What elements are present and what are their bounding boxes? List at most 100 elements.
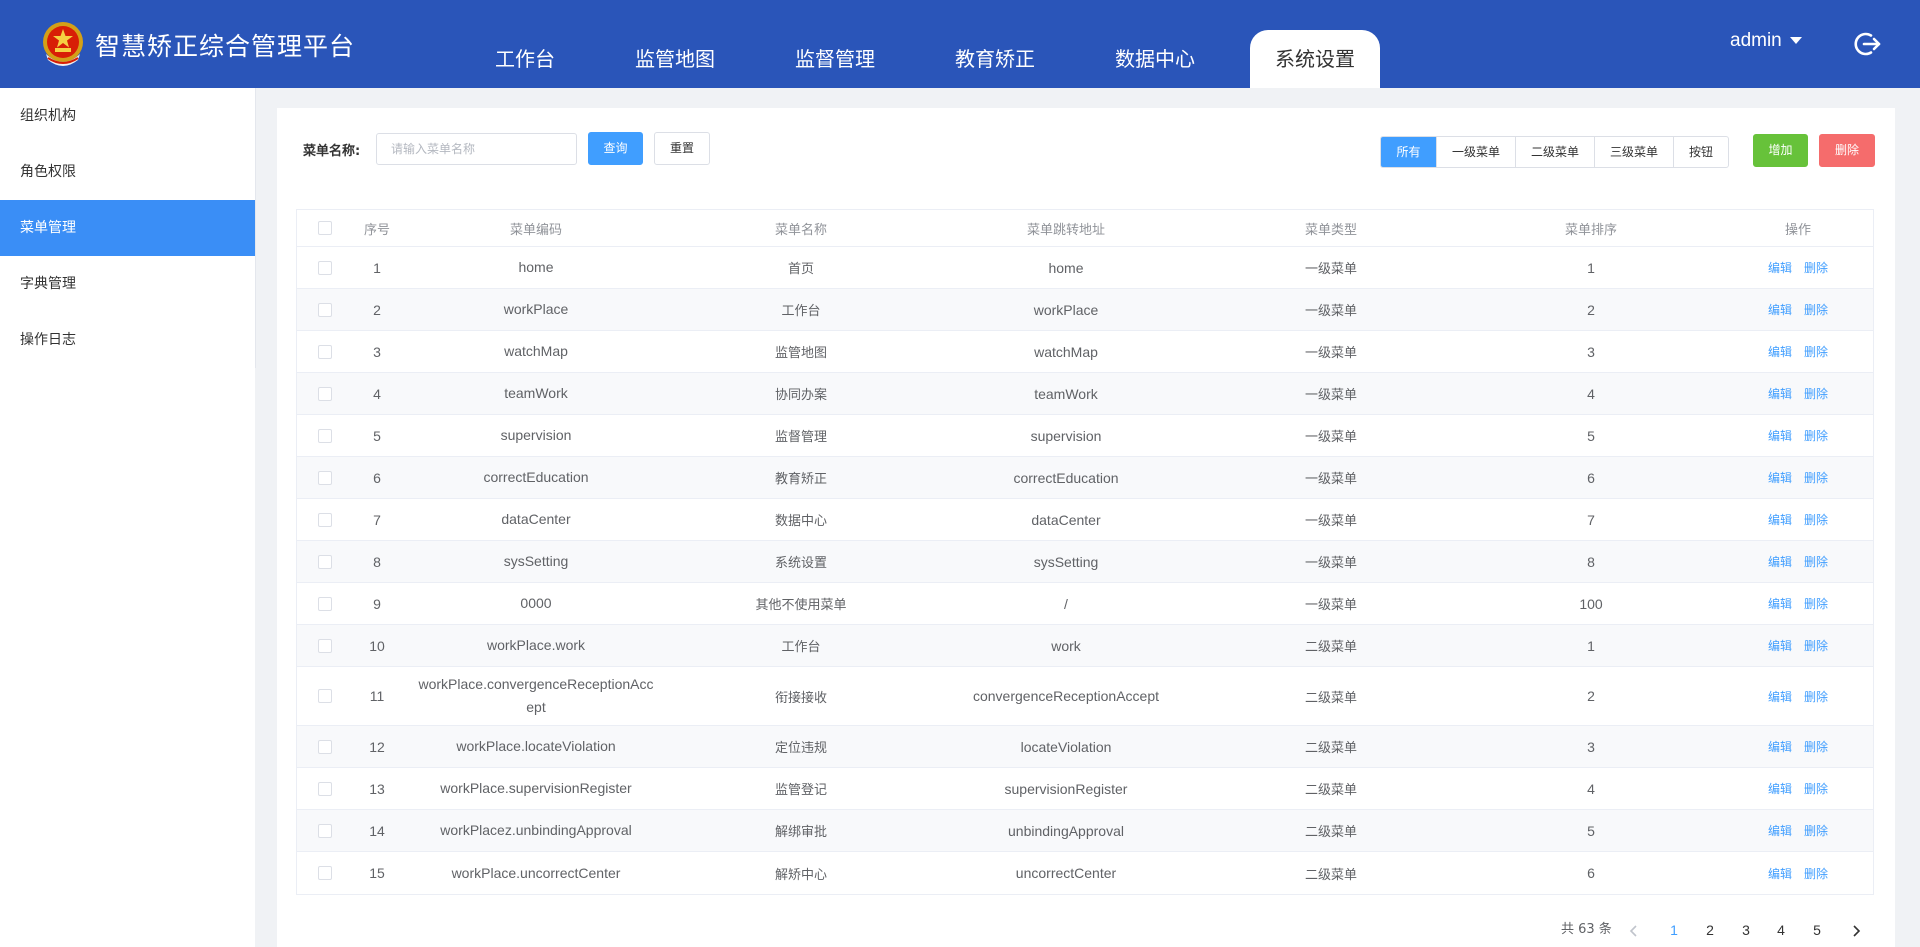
edit-link[interactable]: 编辑 <box>1768 595 1792 612</box>
edit-link[interactable]: 编辑 <box>1768 822 1792 839</box>
row-checkbox[interactable] <box>318 344 332 359</box>
row-checkbox[interactable] <box>318 260 332 275</box>
cell-index: 6 <box>373 469 381 486</box>
nav-item-data-center[interactable]: 数据中心 <box>1100 30 1210 88</box>
row-checkbox[interactable] <box>318 823 332 838</box>
add-button[interactable]: 增加 <box>1753 134 1808 167</box>
delete-link[interactable]: 删除 <box>1804 469 1828 486</box>
nav-item-system-settings[interactable]: 系统设置 <box>1250 30 1380 88</box>
page-3[interactable]: 3 <box>1736 918 1756 942</box>
cell-menu-order: 6 <box>1587 469 1595 486</box>
cell-index: 4 <box>373 385 381 402</box>
cell-actions: 编辑 删除 <box>1721 625 1875 666</box>
edit-link[interactable]: 编辑 <box>1768 343 1792 360</box>
query-button[interactable]: 查询 <box>588 132 643 165</box>
table-body: 1 home 首页 home 一级菜单 1 编辑 删除 2 workPlace 工作台 workPla… <box>297 247 1873 894</box>
row-checkbox[interactable] <box>318 596 332 611</box>
batch-delete-button[interactable]: 删除 <box>1819 134 1875 167</box>
sidebar-item-operation-log[interactable]: 操作日志 <box>0 312 255 368</box>
logout-icon[interactable] <box>1852 29 1882 59</box>
cell-index: 8 <box>373 553 381 570</box>
cell-menu-url: uncorrectCenter <box>1015 865 1117 881</box>
cell-menu-type: 二级菜单 <box>1304 741 1357 756</box>
row-checkbox[interactable] <box>318 512 332 527</box>
edit-link[interactable]: 编辑 <box>1768 637 1792 654</box>
delete-link[interactable]: 删除 <box>1804 259 1828 276</box>
cell-index: 11 <box>369 688 385 704</box>
page-5[interactable]: 5 <box>1807 918 1827 942</box>
filter-level1[interactable]: 一级菜单 <box>1436 137 1515 167</box>
select-all-checkbox[interactable] <box>318 221 332 235</box>
edit-link[interactable]: 编辑 <box>1768 688 1792 705</box>
edit-link[interactable]: 编辑 <box>1768 553 1792 570</box>
delete-link[interactable]: 删除 <box>1804 385 1828 402</box>
filter-all[interactable]: 所有 <box>1381 137 1436 167</box>
delete-link[interactable]: 删除 <box>1804 688 1828 705</box>
nav-item-education-correction[interactable]: 教育矫正 <box>940 30 1050 88</box>
row-checkbox[interactable] <box>318 554 332 569</box>
edit-link[interactable]: 编辑 <box>1768 301 1792 318</box>
filter-level3[interactable]: 三级菜单 <box>1594 137 1673 167</box>
filter-button[interactable]: 按钮 <box>1673 137 1728 167</box>
cell-menu-code: home <box>518 259 554 275</box>
sidebar-item-dictionary[interactable]: 字典管理 <box>0 256 255 312</box>
cell-menu-order: 3 <box>1587 343 1595 360</box>
row-checkbox[interactable] <box>318 866 332 880</box>
edit-link[interactable]: 编辑 <box>1768 738 1792 755</box>
edit-link[interactable]: 编辑 <box>1768 780 1792 797</box>
cell-menu-type: 一级菜单 <box>1304 388 1357 403</box>
cell-menu-order: 6 <box>1587 865 1595 881</box>
row-checkbox[interactable] <box>318 781 332 796</box>
cell-menu-order: 4 <box>1587 780 1595 797</box>
edit-link[interactable]: 编辑 <box>1768 427 1792 444</box>
delete-link[interactable]: 删除 <box>1804 427 1828 444</box>
cell-menu-name: 解矫中心 <box>774 867 827 883</box>
row-checkbox[interactable] <box>318 386 332 401</box>
row-checkbox[interactable] <box>318 302 332 317</box>
delete-link[interactable]: 删除 <box>1804 865 1828 882</box>
nav-item-supervision-management[interactable]: 监督管理 <box>780 30 890 88</box>
cell-menu-code: workPlace.convergenceReceptionAccept <box>418 676 654 715</box>
page-2[interactable]: 2 <box>1700 918 1720 942</box>
row-checkbox[interactable] <box>318 739 332 754</box>
sidebar-item-menu-management[interactable]: 菜单管理 <box>0 200 255 256</box>
edit-link[interactable]: 编辑 <box>1768 469 1792 486</box>
filter-level2[interactable]: 二级菜单 <box>1515 137 1594 167</box>
sidebar-item-organization[interactable]: 组织机构 <box>0 88 255 144</box>
cell-menu-type: 二级菜单 <box>1304 640 1357 655</box>
cell-menu-url: work <box>1051 637 1081 654</box>
nav-item-workbench[interactable]: 工作台 <box>480 30 570 88</box>
edit-link[interactable]: 编辑 <box>1768 385 1792 402</box>
row-checkbox[interactable] <box>318 428 332 443</box>
row-checkbox[interactable] <box>318 689 332 703</box>
page-1[interactable]: 1 <box>1664 918 1684 942</box>
row-checkbox[interactable] <box>318 470 332 485</box>
delete-link[interactable]: 删除 <box>1804 738 1828 755</box>
sidebar-item-role-permissions[interactable]: 角色权限 <box>0 144 255 200</box>
cell-menu-code: workPlacez.unbindingApproval <box>440 822 632 838</box>
cell-actions: 编辑 删除 <box>1721 289 1875 330</box>
user-menu[interactable]: admin <box>1730 30 1802 52</box>
edit-link[interactable]: 编辑 <box>1768 511 1792 528</box>
menu-name-search-input[interactable] <box>376 133 577 165</box>
chevron-right-icon[interactable] <box>1849 924 1863 938</box>
table-row: 1 home 首页 home 一级菜单 1 编辑 删除 <box>297 247 1873 289</box>
reset-button[interactable]: 重置 <box>654 132 710 165</box>
delete-link[interactable]: 删除 <box>1804 511 1828 528</box>
delete-link[interactable]: 删除 <box>1804 343 1828 360</box>
delete-link[interactable]: 删除 <box>1804 780 1828 797</box>
delete-link[interactable]: 删除 <box>1804 822 1828 839</box>
edit-link[interactable]: 编辑 <box>1768 865 1792 882</box>
delete-link[interactable]: 删除 <box>1804 553 1828 570</box>
page-4[interactable]: 4 <box>1771 918 1791 942</box>
cell-menu-order: 5 <box>1587 822 1595 839</box>
delete-link[interactable]: 删除 <box>1804 637 1828 654</box>
delete-link[interactable]: 删除 <box>1804 595 1828 612</box>
cell-index: 12 <box>369 738 385 755</box>
chevron-left-icon[interactable] <box>1627 924 1641 938</box>
delete-link[interactable]: 删除 <box>1804 301 1828 318</box>
nav-item-supervision-map[interactable]: 监管地图 <box>620 30 730 88</box>
cell-menu-code: workPlace.locateViolation <box>456 738 616 754</box>
row-checkbox[interactable] <box>318 638 332 653</box>
edit-link[interactable]: 编辑 <box>1768 259 1792 276</box>
